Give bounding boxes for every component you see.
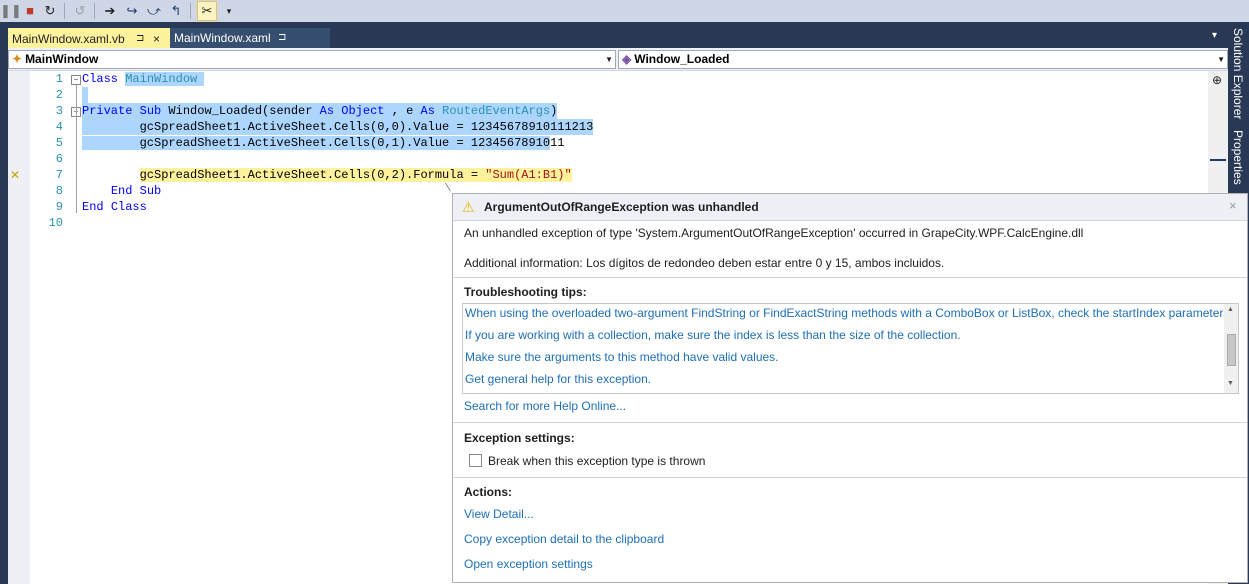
- open-exception-settings-link[interactable]: Open exception settings: [464, 557, 593, 571]
- split-icon[interactable]: ⊕: [1212, 73, 1222, 87]
- tip-link[interactable]: When using the overloaded two-argument F…: [465, 306, 1226, 320]
- pin-icon[interactable]: ⊐: [278, 28, 286, 48]
- class-combo-value: MainWindow: [25, 52, 99, 66]
- tab-overflow-icon[interactable]: ▾: [1212, 30, 1217, 41]
- tab-mainwindow-xaml[interactable]: MainWindow.xaml ⊐: [170, 28, 330, 48]
- dropdown-icon[interactable]: ▾: [219, 1, 239, 21]
- exception-description: An unhandled exception of type 'System.A…: [464, 226, 1084, 240]
- exception-indicator-icon: ✕: [10, 168, 21, 182]
- tab-label: MainWindow.xaml.vb: [12, 32, 125, 46]
- document-tabs: MainWindow.xaml.vb ⊐ × MainWindow.xaml ⊐…: [0, 22, 1228, 48]
- chevron-down-icon: ▼: [1217, 55, 1225, 64]
- code-line-5: gcSpreadSheet1.ActiveSheet.Cells(0,1).Va…: [82, 136, 565, 150]
- stop-icon[interactable]: ■: [20, 1, 40, 21]
- troubleshooting-tips-list: When using the overloaded two-argument F…: [462, 303, 1239, 394]
- tab-mainwindow-xaml-vb[interactable]: MainWindow.xaml.vb ⊐ ×: [8, 28, 174, 48]
- code-line-3: Private Sub Window_Loaded(sender As Obje…: [82, 103, 558, 119]
- toggle-icon[interactable]: ✂: [197, 1, 217, 21]
- show-next-statement-icon[interactable]: ➔: [100, 1, 120, 21]
- line-number: 9: [55, 200, 63, 214]
- actions-header: Actions:: [464, 485, 512, 499]
- code-line-9: End Class: [82, 200, 147, 214]
- copy-detail-link[interactable]: Copy exception detail to the clipboard: [464, 532, 664, 546]
- troubleshooting-header: Troubleshooting tips:: [464, 285, 587, 299]
- method-icon: ◈: [622, 52, 632, 66]
- chevron-up-icon[interactable]: ▲: [1227, 306, 1234, 313]
- member-combo-value: Window_Loaded: [634, 52, 730, 66]
- warning-icon: ⚠: [462, 199, 475, 215]
- close-icon[interactable]: ×: [1229, 198, 1237, 213]
- tip-link[interactable]: If you are working with a collection, ma…: [465, 328, 961, 342]
- line-number: 3: [55, 104, 63, 118]
- line-number: 5: [55, 136, 63, 150]
- chevron-down-icon[interactable]: ▼: [1227, 380, 1234, 387]
- view-detail-link[interactable]: View Detail...: [464, 507, 534, 521]
- code-line-4: gcSpreadSheet1.ActiveSheet.Cells(0,0).Va…: [82, 119, 594, 135]
- debug-toolbar: ❚❚ ■ ↻ ↺ ➔ ↪ ⤻ ↰ ✂ ▾: [0, 0, 1249, 22]
- class-icon: ✦: [12, 52, 23, 66]
- exception-settings-header: Exception settings:: [464, 431, 575, 445]
- code-line-1: Class MainWindow: [82, 72, 205, 86]
- pin-icon[interactable]: ⊐: [136, 30, 144, 48]
- tips-scrollbar[interactable]: ▲ ▼: [1224, 304, 1238, 393]
- close-icon[interactable]: ×: [153, 30, 160, 48]
- line-number: 4: [55, 120, 63, 134]
- step-into-icon[interactable]: ↪: [122, 1, 142, 21]
- line-number: 2: [55, 88, 63, 102]
- exception-helper-popup: ⚠ ArgumentOutOfRangeException was unhand…: [452, 193, 1248, 583]
- class-combo[interactable]: ✦ MainWindow ▼: [8, 50, 616, 69]
- tab-label: MainWindow.xaml: [174, 31, 271, 45]
- exception-additional-info: Additional information: Los dígitos de r…: [464, 256, 945, 270]
- member-combo[interactable]: ◈ Window_Loaded ▼: [618, 50, 1228, 69]
- navigation-bar: ✦ MainWindow ▼ ◈ Window_Loaded ▼: [8, 48, 1228, 71]
- break-checkbox[interactable]: [469, 454, 482, 467]
- exception-header: ⚠ ArgumentOutOfRangeException was unhand…: [453, 194, 1247, 221]
- exception-title: ArgumentOutOfRangeException was unhandle…: [484, 200, 759, 214]
- code-line-8: End Sub: [110, 184, 162, 198]
- line-number: 1: [55, 72, 63, 86]
- scroll-thumb[interactable]: [1227, 334, 1236, 366]
- chevron-down-icon: ▼: [605, 55, 613, 64]
- code-line-2: [82, 87, 88, 103]
- line-number: 10: [48, 216, 63, 230]
- sidebar-item-properties[interactable]: Properties: [1231, 130, 1245, 185]
- sidebar-item-solution-explorer[interactable]: Solution Explorer: [1231, 28, 1245, 119]
- step-out-icon[interactable]: ↰: [166, 1, 186, 21]
- break-checkbox-label: Break when this exception type is thrown: [488, 454, 706, 468]
- line-number: 8: [55, 184, 63, 198]
- line-number: 6: [55, 152, 63, 166]
- step-over-icon[interactable]: ⤻: [144, 1, 164, 21]
- refresh-disabled-icon: ↺: [74, 3, 86, 18]
- collapse-icon[interactable]: −: [71, 75, 81, 85]
- tip-link[interactable]: Make sure the arguments to this method h…: [465, 350, 779, 364]
- pause-icon[interactable]: ❚❚: [0, 1, 22, 21]
- restart-icon[interactable]: ↻: [40, 1, 60, 21]
- line-number: 7: [55, 168, 63, 182]
- tip-link[interactable]: Get general help for this exception.: [465, 372, 651, 386]
- search-online-link[interactable]: Search for more Help Online...: [464, 399, 626, 413]
- code-line-7: gcSpreadSheet1.ActiveSheet.Cells(0,2).Fo…: [139, 168, 572, 182]
- indicator-margin: [8, 71, 30, 584]
